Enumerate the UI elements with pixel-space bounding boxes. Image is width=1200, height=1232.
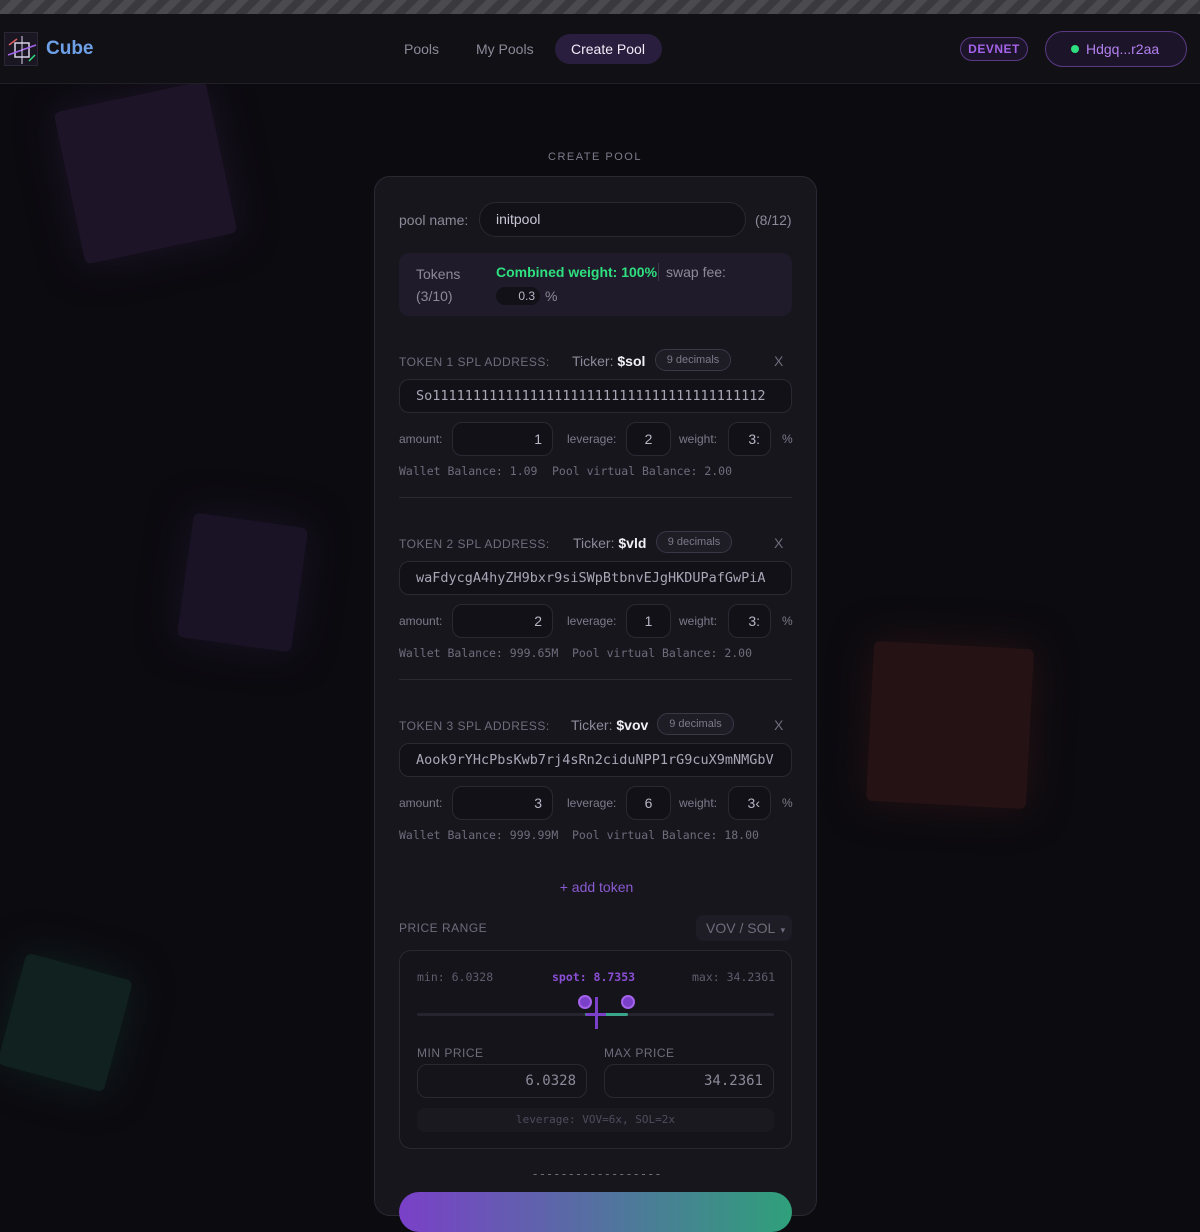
token-3-pool-balance: Pool virtual Balance: 18.00: [572, 828, 759, 842]
window-top-strip: [0, 0, 1200, 14]
token-2-weight-input[interactable]: 3:: [728, 604, 771, 638]
token-3-decimals-badge: 9 decimals: [657, 713, 734, 735]
pool-name-value: initpool: [496, 211, 541, 227]
token-1-amount-label: amount:: [399, 432, 443, 446]
section-divider: ------------------: [531, 1167, 662, 1181]
pool-name-counter: (8/12): [755, 212, 792, 228]
wallet-button[interactable]: Hdgq...r2aa: [1045, 31, 1187, 67]
create-pool-card: pool name: initpool (8/12) Tokens (3/10)…: [374, 176, 818, 1232]
nav-pools[interactable]: Pools: [388, 34, 455, 64]
token-3-weight-input[interactable]: 3‹: [728, 786, 771, 820]
token-3-wallet-balance: Wallet Balance: 999.99M: [399, 828, 559, 842]
min-price-input[interactable]: 6.0328: [417, 1064, 587, 1098]
app-header: Cube Pools My Pools Create Pool DEVNET H…: [0, 14, 1200, 84]
token-2-weight-label: weight:: [679, 614, 718, 628]
token-2-wallet-balance: Wallet Balance: 999.65M: [399, 646, 559, 660]
range-max-text: max: 34.2361: [692, 970, 776, 984]
token-1-pool-balance: Pool virtual Balance: 2.00: [552, 464, 733, 478]
token-1-decimals-badge: 9 decimals: [655, 349, 731, 371]
nav-my-pools[interactable]: My Pools: [460, 34, 550, 64]
token-3-header: TOKEN 3 SPL ADDRESS:: [399, 719, 550, 733]
tokens-summary: Tokens (3/10) Combined weight: 100% swap…: [399, 253, 792, 316]
token-1-address-input[interactable]: So11111111111111111111111111111111111111…: [399, 379, 792, 413]
token-1-leverage-input[interactable]: 2: [626, 422, 671, 456]
token-3-amount-input[interactable]: 3: [452, 786, 553, 820]
combined-weight: Combined weight: 100%: [496, 264, 658, 280]
token-3-remove-button[interactable]: X: [774, 717, 783, 733]
range-min-text: min: 6.0328: [417, 970, 494, 984]
token-2-pool-balance: Pool virtual Balance: 2.00: [572, 646, 753, 660]
leverage-note: leverage: VOV=6x, SOL=2x: [417, 1108, 774, 1132]
swap-fee-value: 0.3: [518, 289, 535, 303]
token-2-address-input[interactable]: waFdycgA4hyZH9bxr9siSWpBtbnvEJgHKDUPafGw…: [399, 561, 792, 595]
token-3-leverage-input[interactable]: 6: [626, 786, 671, 820]
swap-fee-input[interactable]: 0.3: [496, 287, 540, 305]
token-2-weight-unit: %: [782, 614, 793, 628]
bg-cube-red: [865, 640, 1035, 810]
nav-create-pool[interactable]: Create Pool: [555, 34, 662, 64]
token-3-amount-label: amount:: [399, 796, 443, 810]
bg-cube-purple-2: [176, 512, 309, 653]
token-1-wallet-balance: Wallet Balance: 1.09: [399, 464, 538, 478]
price-range-panel: min: 6.0328 spot: 8.7353 max: 34.2361 MI…: [399, 950, 792, 1149]
summary-divider: [658, 263, 659, 281]
token-3-leverage-label: leverage:: [567, 796, 617, 810]
token-2-section: TOKEN 2 SPL ADDRESS: Ticker: $vld 9 deci…: [375, 529, 818, 679]
token-3-weight-unit: %: [782, 796, 793, 810]
token-1-weight-unit: %: [782, 432, 793, 446]
swap-fee-unit: %: [545, 288, 558, 304]
page-title: CREATE POOL: [548, 151, 642, 163]
chevron-down-icon: ▾: [780, 925, 786, 935]
token-3-ticker: Ticker: $vov: [571, 717, 649, 733]
pool-name-input[interactable]: initpool: [479, 202, 746, 237]
token-2-amount-input[interactable]: 2: [452, 604, 553, 638]
token-2-decimals-badge: 9 decimals: [656, 531, 732, 553]
token-1-header: TOKEN 1 SPL ADDRESS:: [399, 355, 550, 369]
range-max-handle[interactable]: [620, 995, 635, 1009]
token-1-weight-label: weight:: [679, 432, 718, 446]
create-pool-submit-button[interactable]: [399, 1192, 792, 1232]
add-token-button[interactable]: + add token: [375, 879, 818, 895]
wallet-address: Hdgq...r2aa: [1086, 41, 1160, 57]
bg-cube-purple-1: [53, 80, 238, 265]
token-1-amount-input[interactable]: 1: [452, 422, 553, 456]
spot-marker-crossbar: [585, 1013, 606, 1016]
token-1-ticker: Ticker: $sol: [572, 353, 646, 369]
token-2-header: TOKEN 2 SPL ADDRESS:: [399, 537, 550, 551]
min-price-label: MIN PRICE: [417, 1046, 484, 1060]
price-pair-value: VOV / SOL: [706, 920, 775, 936]
tokens-count: (3/10): [416, 288, 453, 304]
token-2-remove-button[interactable]: X: [774, 535, 783, 551]
token-2-leverage-label: leverage:: [567, 614, 617, 628]
range-min-handle[interactable]: [577, 995, 592, 1009]
token-3-address-input[interactable]: Aook9rYHcPbsKwb7rj4sRn2ciduNPP1rG9cuX9mN…: [399, 743, 792, 777]
price-range-label: PRICE RANGE: [399, 921, 488, 935]
price-pair-select[interactable]: VOV / SOL ▾: [696, 915, 792, 941]
token-2-amount-label: amount:: [399, 614, 443, 628]
token-3-weight-label: weight:: [679, 796, 718, 810]
brand-name[interactable]: Cube: [46, 38, 94, 60]
bg-cube-teal: [0, 952, 134, 1093]
token-separator: [399, 497, 792, 498]
token-2-ticker: Ticker: $vld: [573, 535, 647, 551]
token-3-section: TOKEN 3 SPL ADDRESS: Ticker: $vov 9 deci…: [375, 711, 818, 861]
token-1-remove-button[interactable]: X: [774, 353, 783, 369]
token-separator: [399, 679, 792, 680]
max-price-input[interactable]: 34.2361: [604, 1064, 774, 1098]
max-price-label: MAX PRICE: [604, 1046, 675, 1060]
token-1-weight-input[interactable]: 3:: [728, 422, 771, 456]
token-2-leverage-input[interactable]: 1: [626, 604, 671, 638]
pool-name-label: pool name:: [399, 212, 469, 228]
range-spot-text: spot: 8.7353: [552, 970, 636, 984]
swap-fee-label: swap fee:: [666, 264, 726, 280]
token-1-leverage-label: leverage:: [567, 432, 617, 446]
token-1-section: TOKEN 1 SPL ADDRESS: Ticker: $sol 9 deci…: [375, 347, 818, 497]
tokens-label: Tokens: [416, 266, 461, 282]
network-badge: DEVNET: [960, 37, 1028, 61]
wallet-status-icon: [1071, 45, 1079, 53]
cube-logo-icon[interactable]: [4, 32, 38, 66]
